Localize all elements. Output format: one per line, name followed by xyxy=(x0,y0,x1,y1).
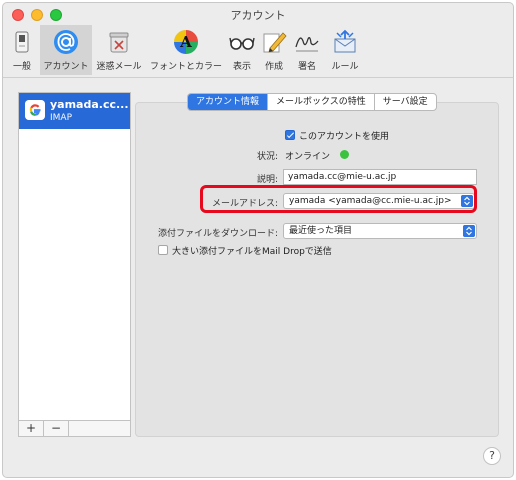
download-attachments-label: 添付ファイルをダウンロード: xyxy=(157,229,278,239)
svg-text:A: A xyxy=(179,33,192,51)
at-sign-icon xyxy=(54,30,78,54)
accounts-pane: yamada.cc... IMAP + − アカウント情報 メールボックスの特性… xyxy=(3,78,513,477)
account-list-item[interactable]: yamada.cc... IMAP xyxy=(19,93,130,129)
toolbar-composing[interactable]: 作成 xyxy=(258,25,290,75)
download-attachments-select[interactable]: 最近使った項目 xyxy=(283,223,477,239)
add-account-button[interactable]: + xyxy=(19,421,44,436)
signature-icon xyxy=(295,37,319,52)
description-field[interactable]: yamada.cc@mie-u.ac.jp xyxy=(283,169,477,185)
toolbar-fonts-colors[interactable]: A フォントとカラー xyxy=(146,25,226,75)
tab-account-info[interactable]: アカウント情報 xyxy=(188,94,269,110)
remove-account-button[interactable]: − xyxy=(44,421,69,436)
status-label: 状況: xyxy=(256,152,278,162)
account-list: yamada.cc... IMAP + − xyxy=(18,92,131,437)
status-indicator xyxy=(340,150,349,159)
title-bar: アカウント xyxy=(3,3,513,27)
toolbar-rules[interactable]: ルール xyxy=(324,25,366,75)
window-title: アカウント xyxy=(230,9,286,22)
rules-icon xyxy=(334,29,356,53)
color-font-icon: A xyxy=(174,30,198,54)
tab-mailbox-behaviors[interactable]: メールボックスの特性 xyxy=(268,94,375,110)
toolbar-viewing[interactable]: 表示 xyxy=(227,25,257,75)
chevron-updown-icon xyxy=(463,225,475,237)
toolbar-junk-mail[interactable]: 迷惑メール xyxy=(93,25,145,75)
download-attachments-value: 最近使った項目 xyxy=(289,226,353,236)
google-icon xyxy=(25,100,45,120)
help-button[interactable]: ? xyxy=(483,447,501,465)
glasses-icon xyxy=(229,37,255,50)
account-type: IMAP xyxy=(50,113,73,123)
mail-drop-checkbox[interactable] xyxy=(158,245,168,255)
toolbar-signatures[interactable]: 署名 xyxy=(291,25,323,75)
status-value: オンライン xyxy=(285,152,331,162)
toolbar: 一般 アカウント 迷惑メール A フォントとカラー 表示 作成 署名 ルール xyxy=(3,25,513,78)
toolbar-accounts[interactable]: アカウント xyxy=(40,25,92,75)
mail-drop-label: 大きい添付ファイルをMail Dropで送信 xyxy=(172,247,332,257)
tab-server-settings[interactable]: サーバ設定 xyxy=(375,94,436,110)
pencil-icon xyxy=(263,32,287,53)
preferences-window: アカウント 一般 アカウント 迷惑メール A フォントとカラー 表示 作成 署名… xyxy=(2,2,514,478)
account-name: yamada.cc... xyxy=(50,98,129,111)
settings-tab-bar: アカウント情報 メールボックスの特性 サーバ設定 xyxy=(187,93,437,111)
toolbar-general[interactable]: 一般 xyxy=(5,25,39,75)
switch-icon xyxy=(15,31,29,53)
enable-account-label: このアカウントを使用 xyxy=(299,132,390,142)
email-address-highlight-box xyxy=(200,185,477,213)
junk-bin-icon xyxy=(109,32,129,53)
account-list-footer: + − xyxy=(19,420,130,436)
description-label: 説明: xyxy=(256,175,278,185)
enable-account-checkbox[interactable] xyxy=(285,130,295,140)
